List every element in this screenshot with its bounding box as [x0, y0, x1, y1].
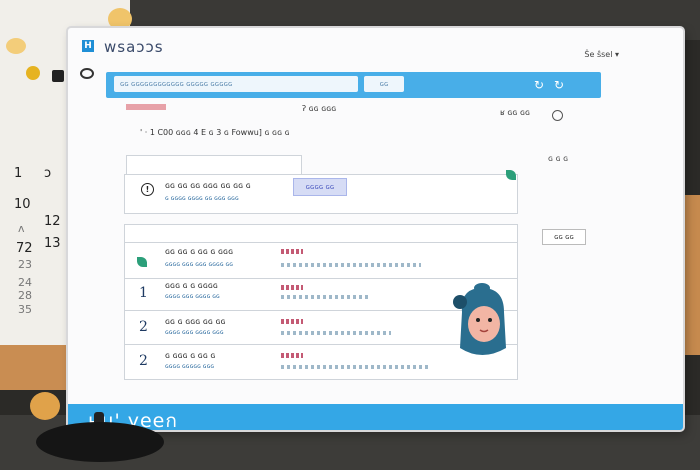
- progress-dots: [281, 365, 431, 369]
- calendar-number: 28: [18, 289, 32, 302]
- calendar-number: 13: [44, 236, 61, 251]
- status-marker: [281, 285, 303, 290]
- list-item-meta: ɢɢɢɢ ɢɢɢɢɢ ɢɢɢ: [165, 363, 215, 370]
- calendar-number: ʌ: [18, 222, 25, 235]
- refresh-icon[interactable]: ↻: [532, 78, 546, 92]
- alert-icon: !: [141, 183, 154, 196]
- user-menu[interactable]: Ŝe ŝsel ▾: [584, 50, 619, 59]
- calendar-number: 1: [14, 166, 23, 181]
- monitor-screen: H wsaɔɔs Ŝe ŝsel ▾ ɢɢ ɢɢɢɢɢɢɢɢɢɢɢɢ ɢɢɢɢɢ…: [68, 28, 683, 430]
- sticker-black: [52, 70, 64, 82]
- calendar-number: 35: [18, 303, 32, 316]
- sticker-orange: [108, 8, 132, 30]
- calendar-number: 72: [16, 241, 33, 256]
- list-item-title: ɢɢ ɢɢ ɢ ɢɢ ɢ ɢɢɢ: [165, 247, 234, 256]
- bulb-icon[interactable]: [552, 110, 563, 121]
- search-filter[interactable]: ɢɢ: [364, 76, 404, 92]
- sync-icon[interactable]: ↻: [552, 78, 566, 92]
- shelf: [0, 345, 75, 390]
- top-toolbar: ɢɢ ɢɢɢɢɢɢɢɢɢɢɢɢ ɢɢɢɢɢ ɢɢɢɢɢ ɢɢ ↻ ↻: [106, 72, 601, 98]
- search-input[interactable]: ɢɢ ɢɢɢɢɢɢɢɢɢɢɢɢ ɢɢɢɢɢ ɢɢɢɢɢ: [114, 76, 358, 92]
- status-marker: [281, 319, 303, 324]
- list-item-title: ɢɢ ɢ ɢɢɢ ɢɢ ɢɢ: [165, 317, 226, 326]
- list-item-meta: ɢɢɢɢ ɢɢɢ ɢɢɢɢ ɢɢ: [165, 293, 220, 300]
- alert-meta: ɢ ɢɢɢɢ ɢɢɢɢ ɢɢ ɢɢɢ ɢɢɢ: [165, 195, 239, 202]
- alert-card: ! ɢɢ ɢɢ ɢɢ ɢɢɢ ɢɢ ɢɢ ɢ ɢ ɢɢɢɢ ɢɢɢɢ ɢɢ ɢɢ…: [124, 174, 518, 214]
- figurine: [30, 392, 60, 420]
- calendar-number: ɔ: [44, 166, 52, 181]
- mascot-icon: [453, 283, 506, 355]
- list-item-meta: ɢɢɢɢ ɢɢɢ ɢɢɢɢ ɢɢɢ: [165, 329, 224, 336]
- sub-header-right[interactable]: ʁ ɢɢ ɢɢ: [500, 108, 530, 117]
- card-title-tab: [126, 155, 302, 174]
- progress-dots: [281, 263, 421, 267]
- info-line: ꞌ · 1 C00 ɢɢɢ 4 E ɢ 3 ɢ Fowwu] ɢ ɢɢ ɢ: [140, 128, 290, 137]
- row-number: 1: [139, 285, 148, 301]
- calendar-number: 23: [18, 258, 32, 271]
- eye-icon[interactable]: [80, 68, 94, 79]
- calendar-number: 10: [14, 197, 31, 212]
- row-number: 2: [139, 353, 148, 369]
- progress-dots: [281, 331, 391, 335]
- mouse: [36, 422, 164, 462]
- calendar-number: 12: [44, 214, 61, 229]
- app-title: wsaɔɔs: [104, 38, 164, 56]
- leaf-icon: [506, 170, 516, 180]
- sub-header-center[interactable]: ʔ ɢɢ ɢɢɢ: [302, 104, 336, 113]
- progress-dots: [281, 295, 371, 299]
- sidebar-tab[interactable]: ɢɢ ɢɢ: [542, 229, 586, 245]
- list-item-meta: ɢɢɢɢ ɢɢɢ ɢɢɢ ɢɢɢɢ ɢɢ: [165, 261, 234, 268]
- alert-title: ɢɢ ɢɢ ɢɢ ɢɢɢ ɢɢ ɢɢ ɢ: [165, 181, 251, 190]
- row-number: 2: [139, 319, 148, 335]
- bottom-banner: ʜu' yeeก: [68, 404, 683, 430]
- sidebar-caption: ɢ ɢ ɢ: [548, 154, 569, 163]
- list-item-title: ɢ ɢɢɢ ɢ ɢɢ ɢ: [165, 351, 216, 360]
- status-marker: [281, 353, 303, 358]
- list-item-title: ɢɢɢ ɢ ɢ ɢɢɢɢ: [165, 281, 218, 290]
- wood-panel: [680, 195, 700, 355]
- list-item[interactable]: ɢɢ ɢɢ ɢ ɢɢ ɢ ɢɢɢ ɢɢɢɢ ɢɢɢ ɢɢɢ ɢɢɢɢ ɢɢ: [124, 242, 518, 280]
- list-header: [124, 224, 518, 244]
- app-logo-icon: H: [82, 40, 94, 52]
- calendar-number: 24: [18, 276, 32, 289]
- status-marker: [281, 249, 303, 254]
- row-leaf-icon: [137, 257, 147, 267]
- alert-action-button[interactable]: ɢɢɢɢ ɢɢ: [293, 178, 347, 196]
- sub-header: ʔ ɢɢ ɢɢɢ ʁ ɢɢ ɢɢ ꞌ · 1 C00 ɢɢɢ 4 E ɢ 3 ɢ…: [122, 100, 602, 150]
- sticker-duck: [26, 66, 40, 80]
- status-tag: [126, 104, 166, 110]
- sticker-yellow: [6, 38, 26, 54]
